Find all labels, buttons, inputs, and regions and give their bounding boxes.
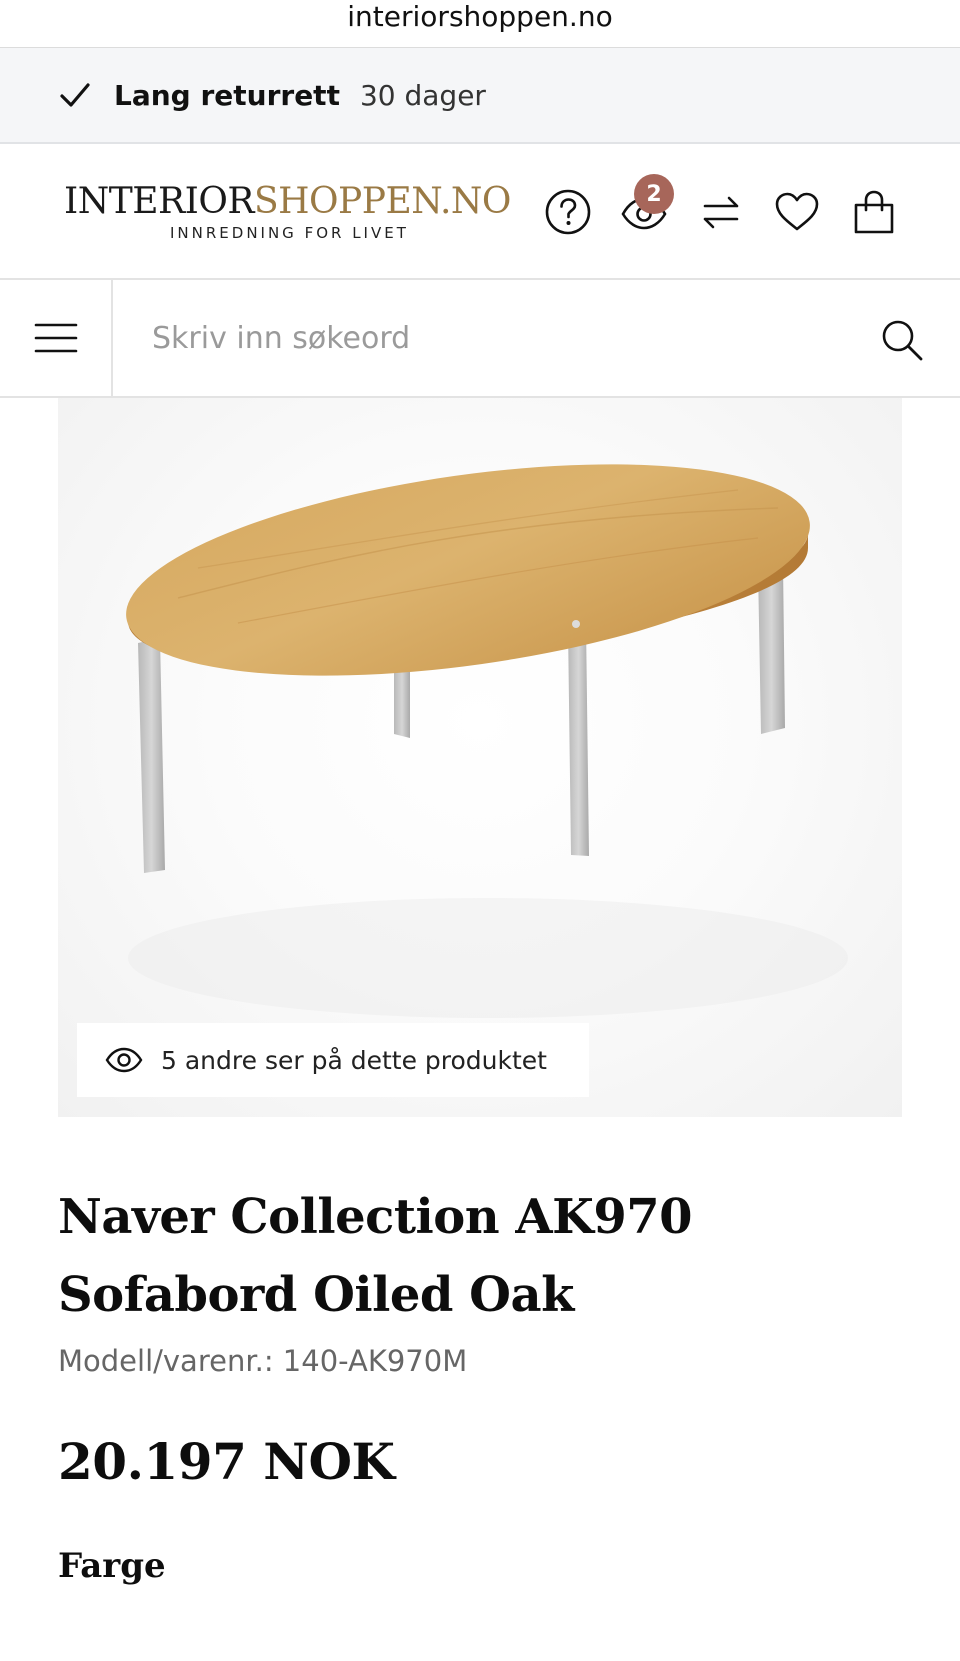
browser-url-bar[interactable]: interiorshoppen.no bbox=[0, 0, 960, 48]
search-input[interactable] bbox=[152, 314, 832, 362]
check-icon bbox=[60, 83, 90, 107]
banner-strong-text: Lang returrett bbox=[114, 78, 340, 112]
compare-button[interactable] bbox=[695, 186, 747, 238]
viewers-notice: 5 andre ser på dette produktet bbox=[77, 1023, 589, 1097]
color-section-label: Farge bbox=[58, 1546, 166, 1586]
product-image[interactable] bbox=[58, 398, 902, 1117]
wishlist-heart-icon bbox=[775, 192, 819, 231]
banner-light-text: 30 dager bbox=[359, 78, 486, 112]
site-header: INTERIORSHOPPEN.NO INNREDNING FOR LIVET bbox=[0, 144, 960, 280]
search-row bbox=[0, 280, 960, 398]
search-button[interactable] bbox=[876, 314, 928, 366]
url-text: interiorshoppen.no bbox=[347, 0, 613, 33]
product-price: 20.197 NOK bbox=[58, 1432, 395, 1491]
site-logo[interactable]: INTERIORSHOPPEN.NO INNREDNING FOR LIVET bbox=[64, 181, 511, 243]
cart-button[interactable] bbox=[848, 186, 900, 238]
logo-wordmark: INTERIORSHOPPEN.NO bbox=[64, 181, 511, 222]
product-title: Naver Collection AK970 Sofabord Oiled Oa… bbox=[58, 1189, 693, 1323]
compare-icon bbox=[703, 196, 739, 229]
wishlist-button[interactable] bbox=[771, 186, 823, 238]
table-illustration bbox=[126, 464, 848, 1018]
return-policy-banner: Lang returrett 30 dager bbox=[0, 48, 960, 144]
menu-button[interactable] bbox=[0, 280, 113, 396]
hamburger-menu-icon bbox=[34, 323, 77, 353]
eye-icon bbox=[105, 1047, 143, 1073]
viewers-text: 5 andre ser på dette produktet bbox=[161, 1045, 547, 1075]
help-icon bbox=[545, 189, 591, 235]
help-button[interactable] bbox=[542, 186, 594, 238]
recently-viewed-count-badge: 2 bbox=[634, 174, 674, 214]
product-model-number: Modell/varenr.: 140-AK970M bbox=[58, 1344, 468, 1378]
logo-tagline: INNREDNING FOR LIVET bbox=[170, 224, 409, 242]
search-icon bbox=[882, 320, 923, 361]
shopping-bag-icon bbox=[854, 190, 894, 234]
